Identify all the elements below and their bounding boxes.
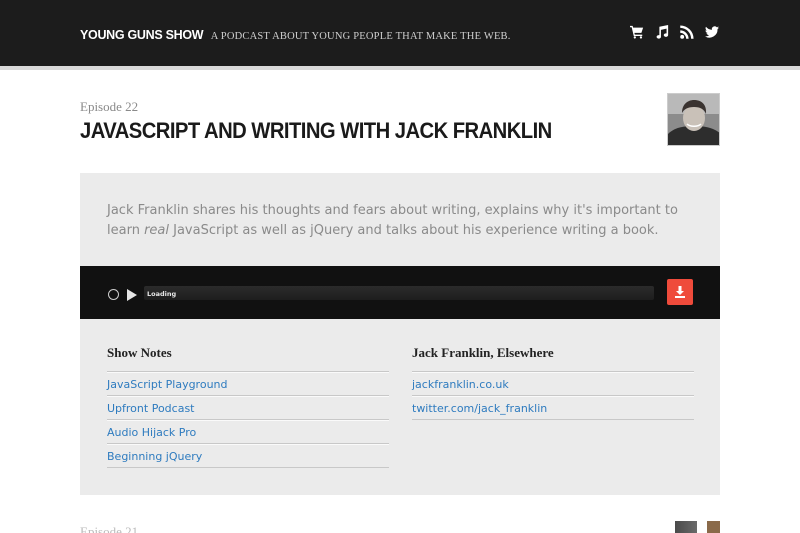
replay-icon[interactable] xyxy=(108,289,119,300)
download-button[interactable] xyxy=(667,279,693,305)
list-item: JavaScript Playground xyxy=(107,372,389,396)
episode-title[interactable]: JAVASCRIPT AND WRITING WITH JACK FRANKLI… xyxy=(80,118,552,144)
show-note-link[interactable]: Upfront Podcast xyxy=(107,402,194,415)
episode-description: Jack Franklin shares his thoughts and fe… xyxy=(107,201,697,241)
show-note-link[interactable]: Beginning jQuery xyxy=(107,450,202,463)
player-status: Loading xyxy=(147,290,177,298)
episode-number: Episode 22 xyxy=(80,99,139,114)
audio-player: Loading xyxy=(80,266,720,319)
show-notes: Show Notes JavaScript Playground Upfront… xyxy=(107,345,389,468)
header-nav xyxy=(630,24,719,40)
show-notes-list: JavaScript Playground Upfront Podcast Au… xyxy=(107,372,389,468)
next-guest-avatar xyxy=(667,521,720,533)
elsewhere-list: jackfranklin.co.uk twitter.com/jack_fran… xyxy=(412,372,694,420)
download-icon xyxy=(675,286,685,298)
description-text-end: JavaScript as well as jQuery and talks a… xyxy=(169,223,659,238)
episode-panel: Jack Franklin shares his thoughts and fe… xyxy=(80,173,720,495)
header-divider xyxy=(0,66,800,70)
brand[interactable]: YOUNG GUNS SHOW A PODCAST ABOUT YOUNG PE… xyxy=(80,26,511,44)
elsewhere-heading: Jack Franklin, Elsewhere xyxy=(412,345,694,372)
progress-bar[interactable] xyxy=(144,286,654,300)
list-item: Beginning jQuery xyxy=(107,444,389,468)
twitter-icon[interactable] xyxy=(705,24,719,40)
list-item: Upfront Podcast xyxy=(107,396,389,420)
play-icon[interactable] xyxy=(127,289,137,301)
list-item: twitter.com/jack_franklin xyxy=(412,396,694,420)
show-note-link[interactable]: JavaScript Playground xyxy=(107,378,228,391)
elsewhere-link[interactable]: jackfranklin.co.uk xyxy=(412,378,509,391)
show-note-link[interactable]: Audio Hijack Pro xyxy=(107,426,196,439)
list-item: Audio Hijack Pro xyxy=(107,420,389,444)
rss-icon[interactable] xyxy=(680,24,694,40)
show-notes-heading: Show Notes xyxy=(107,345,389,372)
guest-elsewhere: Jack Franklin, Elsewhere jackfranklin.co… xyxy=(412,345,694,420)
next-episode-number: Episode 21 xyxy=(80,524,139,533)
guest-avatar xyxy=(667,93,720,146)
brand-tagline: A PODCAST ABOUT YOUNG PEOPLE THAT MAKE T… xyxy=(210,31,511,42)
description-emphasis: real xyxy=(144,223,169,238)
elsewhere-link[interactable]: twitter.com/jack_franklin xyxy=(412,402,547,415)
list-item: jackfranklin.co.uk xyxy=(412,372,694,396)
brand-name[interactable]: YOUNG GUNS SHOW xyxy=(80,28,204,42)
site-header: YOUNG GUNS SHOW A PODCAST ABOUT YOUNG PE… xyxy=(0,0,800,66)
cart-icon[interactable] xyxy=(630,24,644,40)
music-icon[interactable] xyxy=(655,24,669,40)
